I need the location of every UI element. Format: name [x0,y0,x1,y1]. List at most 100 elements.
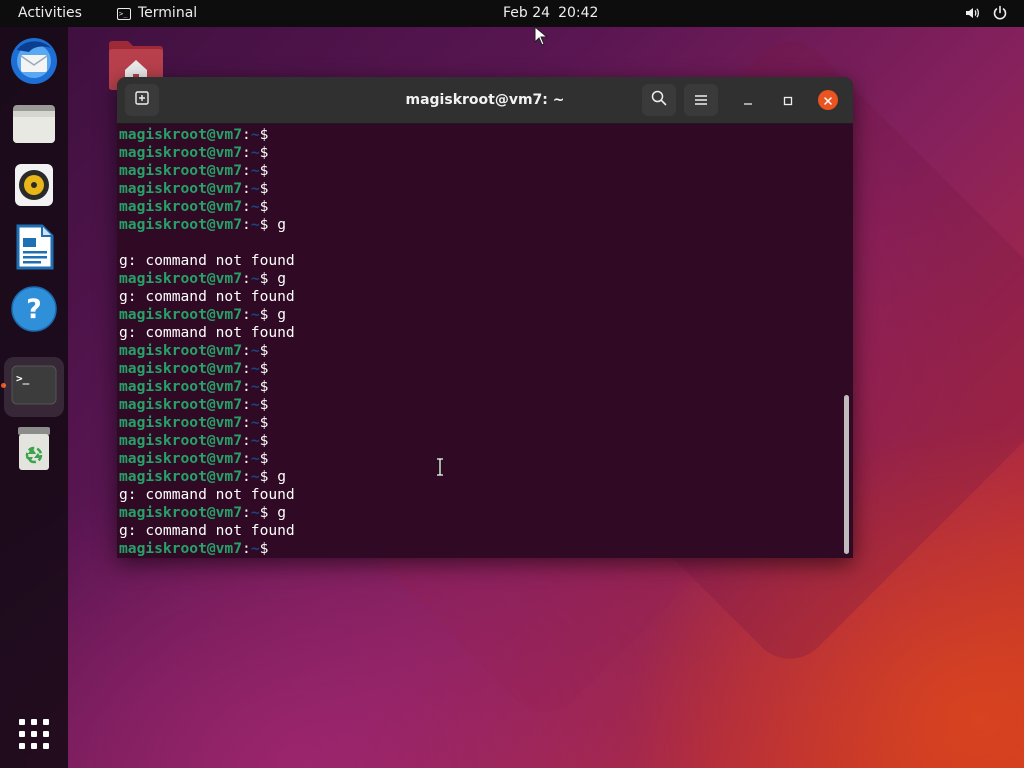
prompt-user-host: magiskroot@vm7 [119,306,243,323]
prompt-path: ~ [250,270,260,287]
terminal-output[interactable]: magiskroot@vm7:~$ magiskroot@vm7:~$ magisk… [119,126,839,558]
prompt-colon: : [242,270,251,287]
prompt-colon: : [242,306,251,323]
app-menu[interactable]: >_ Terminal [117,5,197,21]
output-text: g: command not found [119,288,295,305]
prompt-line: magiskroot@vm7:~$ [119,360,839,378]
prompt-user-host: magiskroot@vm7 [119,378,243,395]
prompt-user-host: magiskroot@vm7 [119,360,243,377]
clock-date: Feb 24 [503,5,551,21]
output-line: g: command not found [119,288,839,306]
prompt-user-host: magiskroot@vm7 [119,504,243,521]
prompt-colon: : [242,504,251,521]
prompt-line: magiskroot@vm7:~$ [119,432,839,450]
app-grid-icon [18,718,50,754]
close-button[interactable] [818,90,838,110]
dock-item-trash[interactable] [4,420,64,480]
prompt-path: ~ [250,162,260,179]
prompt-path: ~ [250,432,260,449]
output-line: g: command not found [119,252,839,270]
prompt-colon: : [242,378,251,395]
prompt-dollar: $ [259,162,269,179]
prompt-path: ~ [250,468,260,485]
dock-item-thunderbird[interactable] [4,33,64,93]
new-tab-button[interactable] [125,84,159,116]
prompt-dollar: $ [259,432,269,449]
hamburger-menu-icon [694,91,708,110]
new-tab-icon [134,90,150,110]
prompt-user-host: magiskroot@vm7 [119,342,243,359]
command-text: g [268,504,286,521]
prompt-line: magiskroot@vm7:~$ g [119,270,839,288]
dock-item-writer[interactable] [4,219,64,279]
search-button[interactable] [642,84,676,116]
prompt-path: ~ [250,198,260,215]
prompt-line: magiskroot@vm7:~$ g [119,216,839,234]
prompt-colon: : [242,540,251,557]
prompt-path: ~ [250,216,260,233]
volume-icon [964,5,980,21]
prompt-dollar: $ [259,540,269,557]
prompt-path: ~ [250,414,260,431]
prompt-path: ~ [250,540,260,557]
prompt-dollar: $ [259,396,269,413]
output-text: g: command not found [119,486,295,503]
terminal-scrollbar[interactable] [844,395,849,554]
prompt-user-host: magiskroot@vm7 [119,216,243,233]
prompt-line: magiskroot@vm7:~$ [119,540,839,558]
prompt-line: magiskroot@vm7:~$ [119,378,839,396]
top-bar: Activities >_ Terminal Feb 24 20:42 [0,0,1024,27]
dock-item-terminal[interactable]: >_ [4,357,64,417]
prompt-user-host: magiskroot@vm7 [119,432,243,449]
trash-icon [12,424,56,476]
prompt-colon: : [242,144,251,161]
prompt-colon: : [242,450,251,467]
help-glyph: ? [26,294,42,325]
clock[interactable]: Feb 24 20:42 [503,5,598,21]
prompt-user-host: magiskroot@vm7 [119,144,243,161]
dock-item-files[interactable] [4,95,64,155]
prompt-colon: : [242,360,251,377]
prompt-line: magiskroot@vm7:~$ [119,144,839,162]
output-text: g: command not found [119,324,295,341]
prompt-path: ~ [250,504,260,521]
prompt-path: ~ [250,396,260,413]
prompt-line: magiskroot@vm7:~$ [119,342,839,360]
files-icon [10,99,58,151]
prompt-user-host: magiskroot@vm7 [119,450,243,467]
prompt-user-host: magiskroot@vm7 [119,126,243,143]
prompt-line: magiskroot@vm7:~$ [119,198,839,216]
command-text: g [268,468,286,485]
system-menu[interactable] [964,5,1008,21]
prompt-dollar: $ [259,342,269,359]
maximize-button[interactable] [778,90,798,110]
terminal-icon: >_ [11,365,57,409]
minimize-button[interactable] [738,90,758,110]
prompt-path: ~ [250,378,260,395]
terminal-window: magiskroot@vm7: ~ magiskroot@vm7:~$ magi… [117,77,853,558]
prompt-colon: : [242,162,251,179]
command-text: g [268,216,286,233]
prompt-line: magiskroot@vm7:~$ g [119,504,839,522]
prompt-path: ~ [250,360,260,377]
output-text: g: command not found [119,522,295,539]
output-text: g: command not found [119,252,295,269]
prompt-colon: : [242,180,251,197]
show-applications-button[interactable] [4,706,64,766]
menu-button[interactable] [684,84,718,116]
terminal-headerbar[interactable]: magiskroot@vm7: ~ [117,77,853,124]
prompt-dollar: $ [259,126,269,143]
dock-item-rhythmbox[interactable] [4,157,64,217]
prompt-line: magiskroot@vm7:~$ g [119,468,839,486]
prompt-user-host: magiskroot@vm7 [119,396,243,413]
dock-item-help[interactable]: ? [4,281,64,341]
search-icon [651,90,667,110]
prompt-line: magiskroot@vm7:~$ [119,414,839,432]
prompt-path: ~ [250,180,260,197]
prompt-dollar: $ [259,378,269,395]
minimize-icon [743,91,753,110]
prompt-dollar: $ [259,144,269,161]
activities-button[interactable]: Activities [18,5,82,21]
prompt-dollar: $ [259,198,269,215]
prompt-path: ~ [250,450,260,467]
